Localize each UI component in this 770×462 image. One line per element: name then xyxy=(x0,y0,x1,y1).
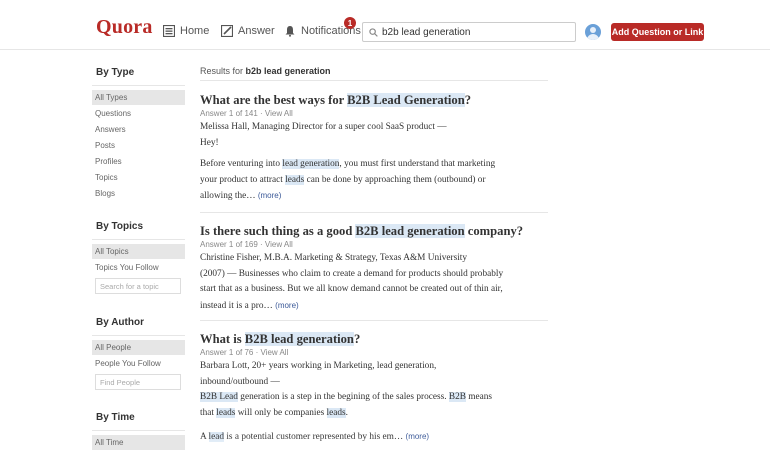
filter-blogs[interactable]: Blogs xyxy=(92,186,185,201)
answer-meta[interactable]: Answer 1 of 169 · View All xyxy=(200,239,550,251)
answer-preview: Barbara Lott, 20+ years working in Marke… xyxy=(200,359,550,446)
filter-profiles[interactable]: Profiles xyxy=(92,154,185,169)
by-author-heading: By Author xyxy=(96,317,144,328)
user-avatar[interactable] xyxy=(585,24,601,40)
results-query: b2b lead generation xyxy=(245,66,331,76)
pencil-icon xyxy=(221,25,233,37)
filter-all-time[interactable]: All Time xyxy=(92,435,185,450)
author-credential: Melissa Hall, Managing Director for a su… xyxy=(200,122,447,132)
topic-search-input[interactable] xyxy=(95,278,181,294)
more-link[interactable]: (more) xyxy=(275,301,299,310)
answer-line: allowing the… (more) xyxy=(200,191,282,201)
filter-all-topics[interactable]: All Topics xyxy=(92,244,185,259)
search-input[interactable] xyxy=(382,26,572,38)
answer-meta[interactable]: Answer 1 of 76 · View All xyxy=(200,347,550,359)
answer-preview: Melissa Hall, Managing Director for a su… xyxy=(200,120,550,205)
answer-preview: Christine Fisher, M.B.A. Marketing & Str… xyxy=(200,251,550,314)
author-credential-cont: Hey! xyxy=(200,137,219,148)
nav-home[interactable]: Home xyxy=(163,22,209,40)
author-credential: Barbara Lott, 20+ years working in Marke… xyxy=(200,361,437,371)
nav-answer[interactable]: Answer xyxy=(221,22,275,40)
nav-notifications[interactable]: Notifications 1 xyxy=(284,17,361,40)
result-item: Is there such thing as a good B2B lead g… xyxy=(200,223,550,314)
filter-all-people[interactable]: All People xyxy=(92,340,185,355)
by-topics-heading: By Topics xyxy=(96,221,144,232)
filter-all-types[interactable]: All Types xyxy=(92,90,185,105)
divider xyxy=(200,80,548,81)
filter-people-you-follow[interactable]: People You Follow xyxy=(92,356,185,371)
notification-count-badge: 1 xyxy=(344,17,356,29)
search-icon xyxy=(369,27,378,37)
divider xyxy=(92,335,185,336)
divider xyxy=(200,212,548,213)
filter-topics[interactable]: Topics xyxy=(92,170,185,185)
by-time-heading: By Time xyxy=(96,412,135,423)
answer-line: Before venturing into lead generation, y… xyxy=(200,159,496,169)
bottom-fade xyxy=(190,436,570,462)
answer-line: your product to attract leads can be don… xyxy=(200,174,486,185)
answer-line: B2B Lead generation is a step in the beg… xyxy=(200,392,493,402)
divider xyxy=(92,85,185,86)
author-credential: Christine Fisher, M.B.A. Marketing & Str… xyxy=(200,253,468,263)
answer-line: instead it is a pro… (more) xyxy=(200,300,299,311)
result-item: What is B2B lead generation? Answer 1 of… xyxy=(200,331,550,446)
add-question-button[interactable]: Add Question or Link xyxy=(611,23,704,41)
answer-line: that leads will only be companies leads. xyxy=(200,407,348,418)
quora-logo[interactable]: Quora xyxy=(96,16,153,39)
nav-answer-label: Answer xyxy=(238,25,275,37)
answer-meta[interactable]: Answer 1 of 141 · View All xyxy=(200,108,550,120)
answer-line: start that as a business. But we all kno… xyxy=(200,284,503,294)
question-title[interactable]: What are the best ways for B2B Lead Gene… xyxy=(200,92,550,108)
home-icon xyxy=(163,25,175,37)
results-header: Results for b2b lead generation xyxy=(200,66,331,76)
by-type-heading: By Type xyxy=(96,67,135,78)
filter-questions[interactable]: Questions xyxy=(92,106,185,121)
author-credential-cont: inbound/outbound — xyxy=(200,376,280,387)
question-title[interactable]: What is B2B lead generation? xyxy=(200,331,550,347)
divider xyxy=(92,430,185,431)
nav-home-label: Home xyxy=(180,25,210,37)
divider xyxy=(92,239,185,240)
answer-line: (2007) — Businesses who claim to create … xyxy=(200,268,504,279)
bell-icon xyxy=(285,26,295,37)
top-header: Quora Home Answer Notifications 1 b2b le… xyxy=(0,0,770,50)
results-prefix: Results for xyxy=(200,66,244,76)
filter-answers[interactable]: Answers xyxy=(92,122,185,137)
filter-posts[interactable]: Posts xyxy=(92,138,185,153)
more-link[interactable]: (more) xyxy=(258,191,282,200)
divider xyxy=(200,320,548,321)
search-box[interactable] xyxy=(362,22,576,42)
result-item: What are the best ways for B2B Lead Gene… xyxy=(200,92,550,205)
people-search-input[interactable] xyxy=(95,374,181,390)
filter-topics-you-follow[interactable]: Topics You Follow xyxy=(92,260,185,275)
question-title[interactable]: Is there such thing as a good B2B lead g… xyxy=(200,223,550,239)
